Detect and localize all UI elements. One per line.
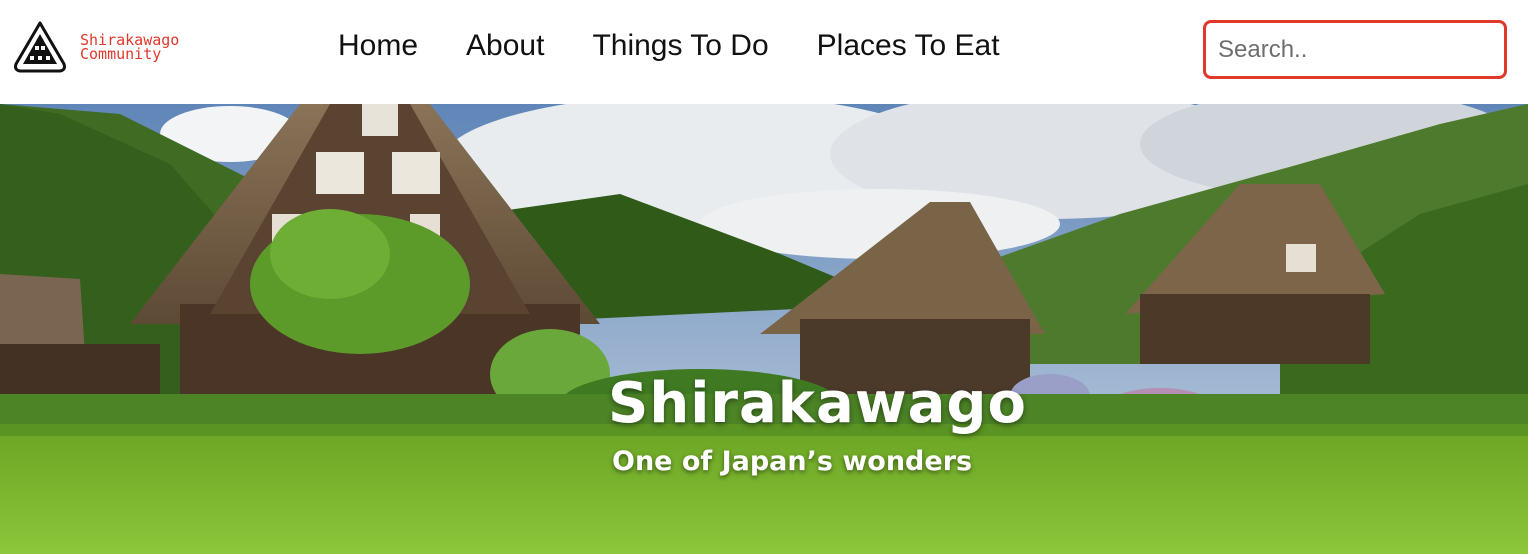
top-navbar: Shirakawago Community Home About Things … [0, 0, 1528, 104]
hero-subtitle: One of Japan’s wonders [612, 446, 973, 477]
nav-link-things-to-do[interactable]: Things To Do [592, 29, 768, 63]
nav-link-places-to-eat[interactable]: Places To Eat [817, 29, 1000, 63]
nav-link-home[interactable]: Home [338, 29, 418, 63]
logo-wordmark: Shirakawago Community [80, 33, 179, 63]
nav-link-about[interactable]: About [466, 29, 544, 63]
logo-line-2: Community [80, 45, 162, 63]
main-nav: Home About Things To Do Places To Eat [338, 24, 1000, 68]
gassho-house-logo-icon [14, 21, 66, 73]
search-input[interactable] [1203, 20, 1507, 79]
site-logo[interactable]: Shirakawago Community [12, 20, 202, 74]
hero-landscape-image [0, 104, 1528, 554]
hero-title: Shirakawago [608, 371, 1027, 436]
hero-banner: Shirakawago One of Japan’s wonders [0, 104, 1528, 554]
